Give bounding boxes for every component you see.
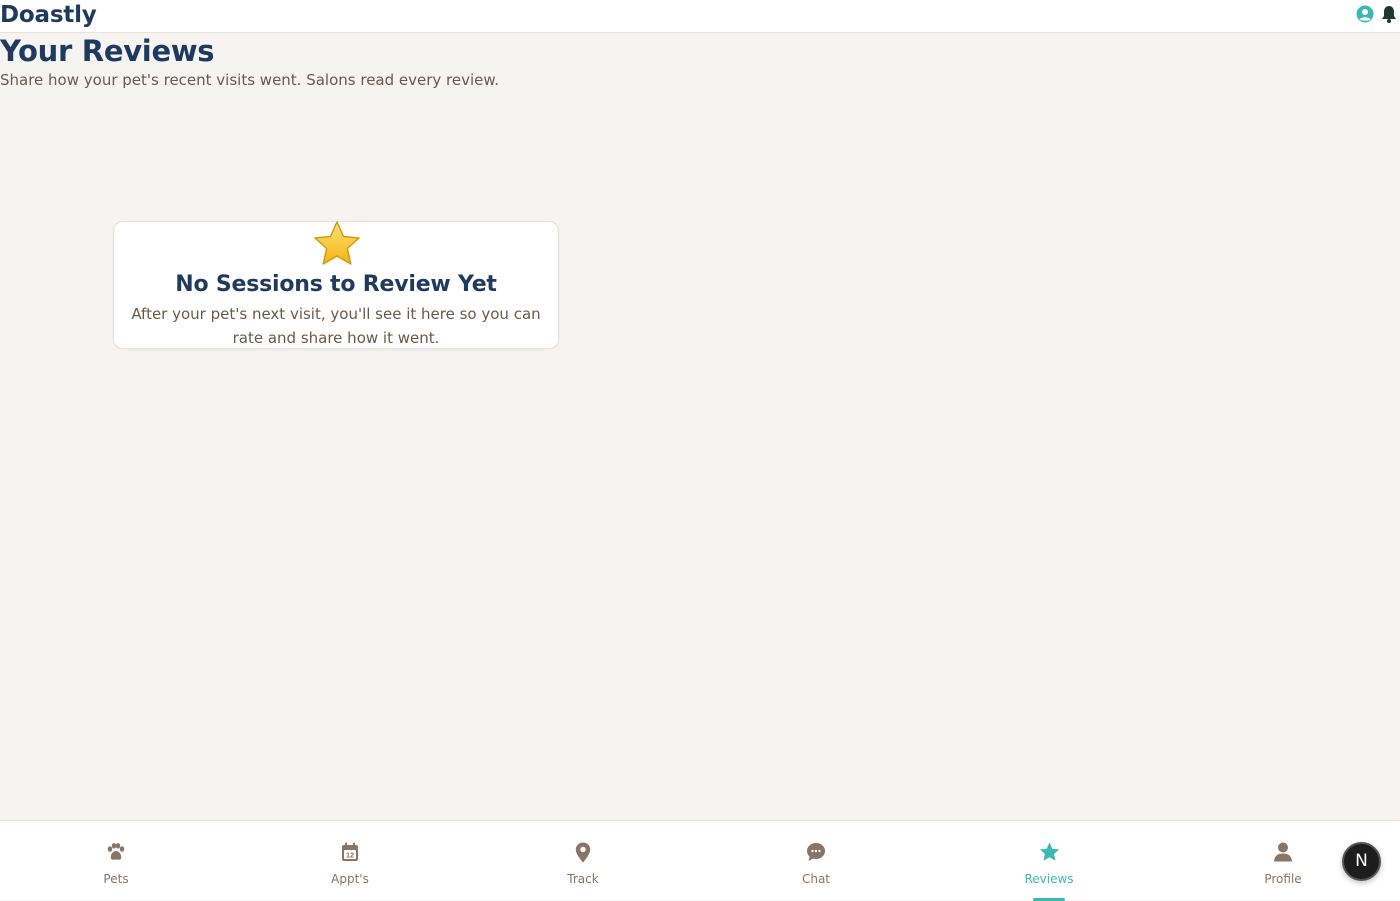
nav-label: Reviews — [1024, 872, 1074, 886]
empty-state-text: After your pet's next visit, you'll see … — [131, 305, 541, 347]
calendar-icon: 12 — [341, 841, 359, 863]
empty-state-card: No Sessions to Review Yet After your pet… — [113, 221, 559, 349]
page-subtitle: Share how your pet's recent visits went.… — [0, 71, 500, 89]
page-title: Your Reviews — [0, 34, 215, 68]
person-icon — [1273, 841, 1293, 863]
nav-item-pets[interactable]: Pets — [46, 821, 186, 901]
nav-label: Chat — [801, 872, 831, 886]
nav-item-reviews[interactable]: Reviews — [979, 821, 1119, 901]
bottom-nav: Pets 12 Appt's Track Chat Reviews Profil… — [0, 820, 1400, 901]
account-icon[interactable] — [1356, 5, 1374, 23]
nav-label: Pets — [103, 872, 129, 886]
location-pin-icon — [575, 841, 591, 863]
calendar-badge: 12 — [346, 851, 354, 860]
nav-label: Appt's — [331, 872, 369, 886]
brand-logo[interactable]: Doastly — [0, 2, 97, 28]
nav-item-profile[interactable]: Profile — [1213, 821, 1353, 901]
nav-item-chat[interactable]: Chat — [746, 821, 886, 901]
star-icon — [312, 220, 362, 272]
bell-icon[interactable] — [1381, 5, 1397, 23]
star-icon — [1039, 841, 1060, 863]
top-bar: Doastly — [0, 0, 1400, 33]
header-actions — [1356, 5, 1397, 23]
empty-state-title: No Sessions to Review Yet — [175, 272, 497, 297]
nav-item-appts[interactable]: 12 Appt's — [280, 821, 420, 901]
chat-bubble-icon — [806, 841, 826, 863]
nav-label: Track — [567, 872, 599, 886]
nav-item-track[interactable]: Track — [513, 821, 653, 901]
nav-label: Profile — [1264, 872, 1302, 886]
paw-icon — [106, 841, 126, 863]
floating-action-button[interactable]: N — [1342, 842, 1381, 881]
